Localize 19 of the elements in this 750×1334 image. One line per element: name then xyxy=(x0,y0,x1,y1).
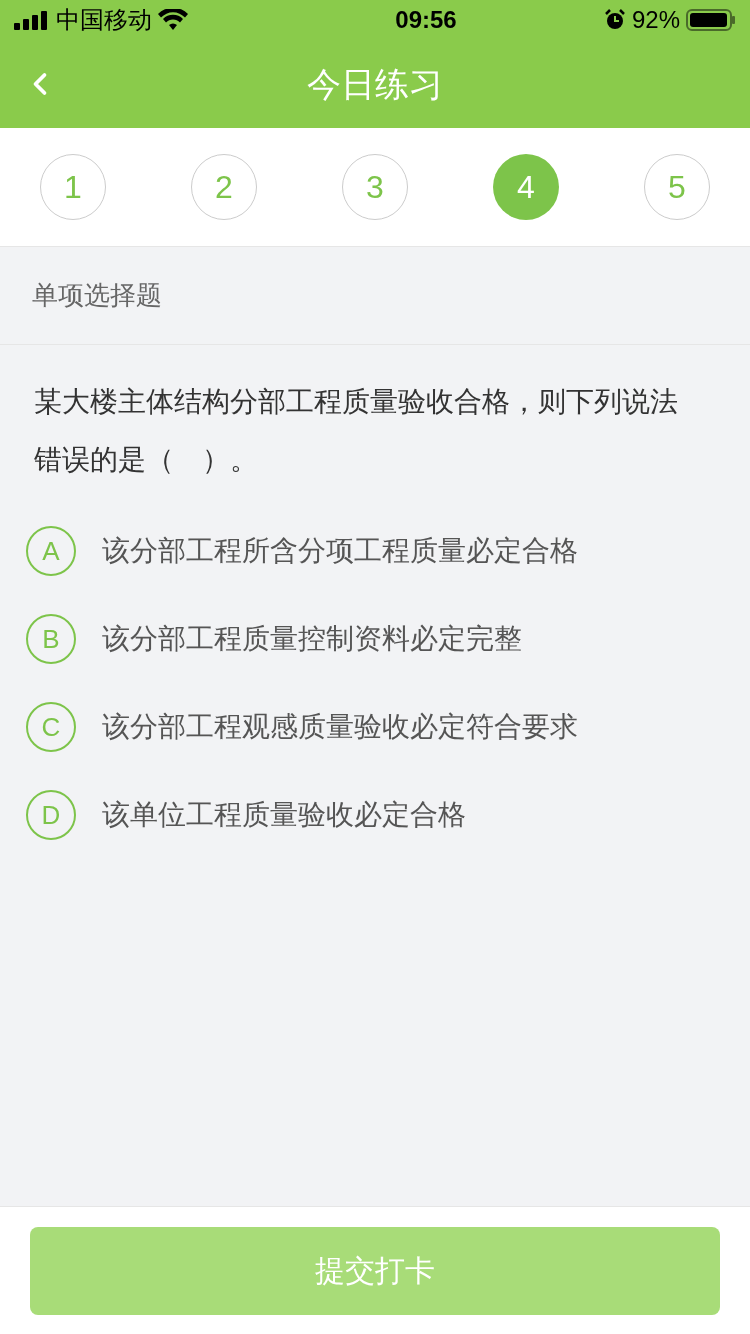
question-number-tab[interactable]: 4 xyxy=(493,154,559,220)
alarm-icon xyxy=(603,9,626,31)
signal-icon xyxy=(14,10,50,30)
battery-percent: 92% xyxy=(631,5,680,35)
question-text: 某大楼主体结构分部工程质量验收合格，则下列说法错误的是（ ）。 xyxy=(33,385,679,477)
question-type: 单项选择题 xyxy=(32,279,162,312)
battery-icon xyxy=(686,8,736,32)
answer-option[interactable]: A 该分部工程所含分项工程质量必定合格 xyxy=(0,507,750,595)
wifi-icon xyxy=(158,9,188,31)
question-number-tab[interactable]: 5 xyxy=(644,154,710,220)
question-number-tab[interactable]: 1 xyxy=(40,154,106,220)
answer-option[interactable]: C 该分部工程观感质量验收必定符合要求 xyxy=(0,683,750,771)
question-number-tab[interactable]: 2 xyxy=(191,154,257,220)
question-number-tab[interactable]: 3 xyxy=(342,154,408,220)
carrier-name: 中国移动 xyxy=(56,5,152,35)
page-title: 今日练习 xyxy=(307,63,443,105)
answer-option[interactable]: B 该分部工程质量控制资料必定完整 xyxy=(0,595,750,683)
answer-option[interactable]: D 该单位工程质量验收必定合格 xyxy=(0,771,750,859)
clock-time: 09:56 xyxy=(395,5,457,35)
